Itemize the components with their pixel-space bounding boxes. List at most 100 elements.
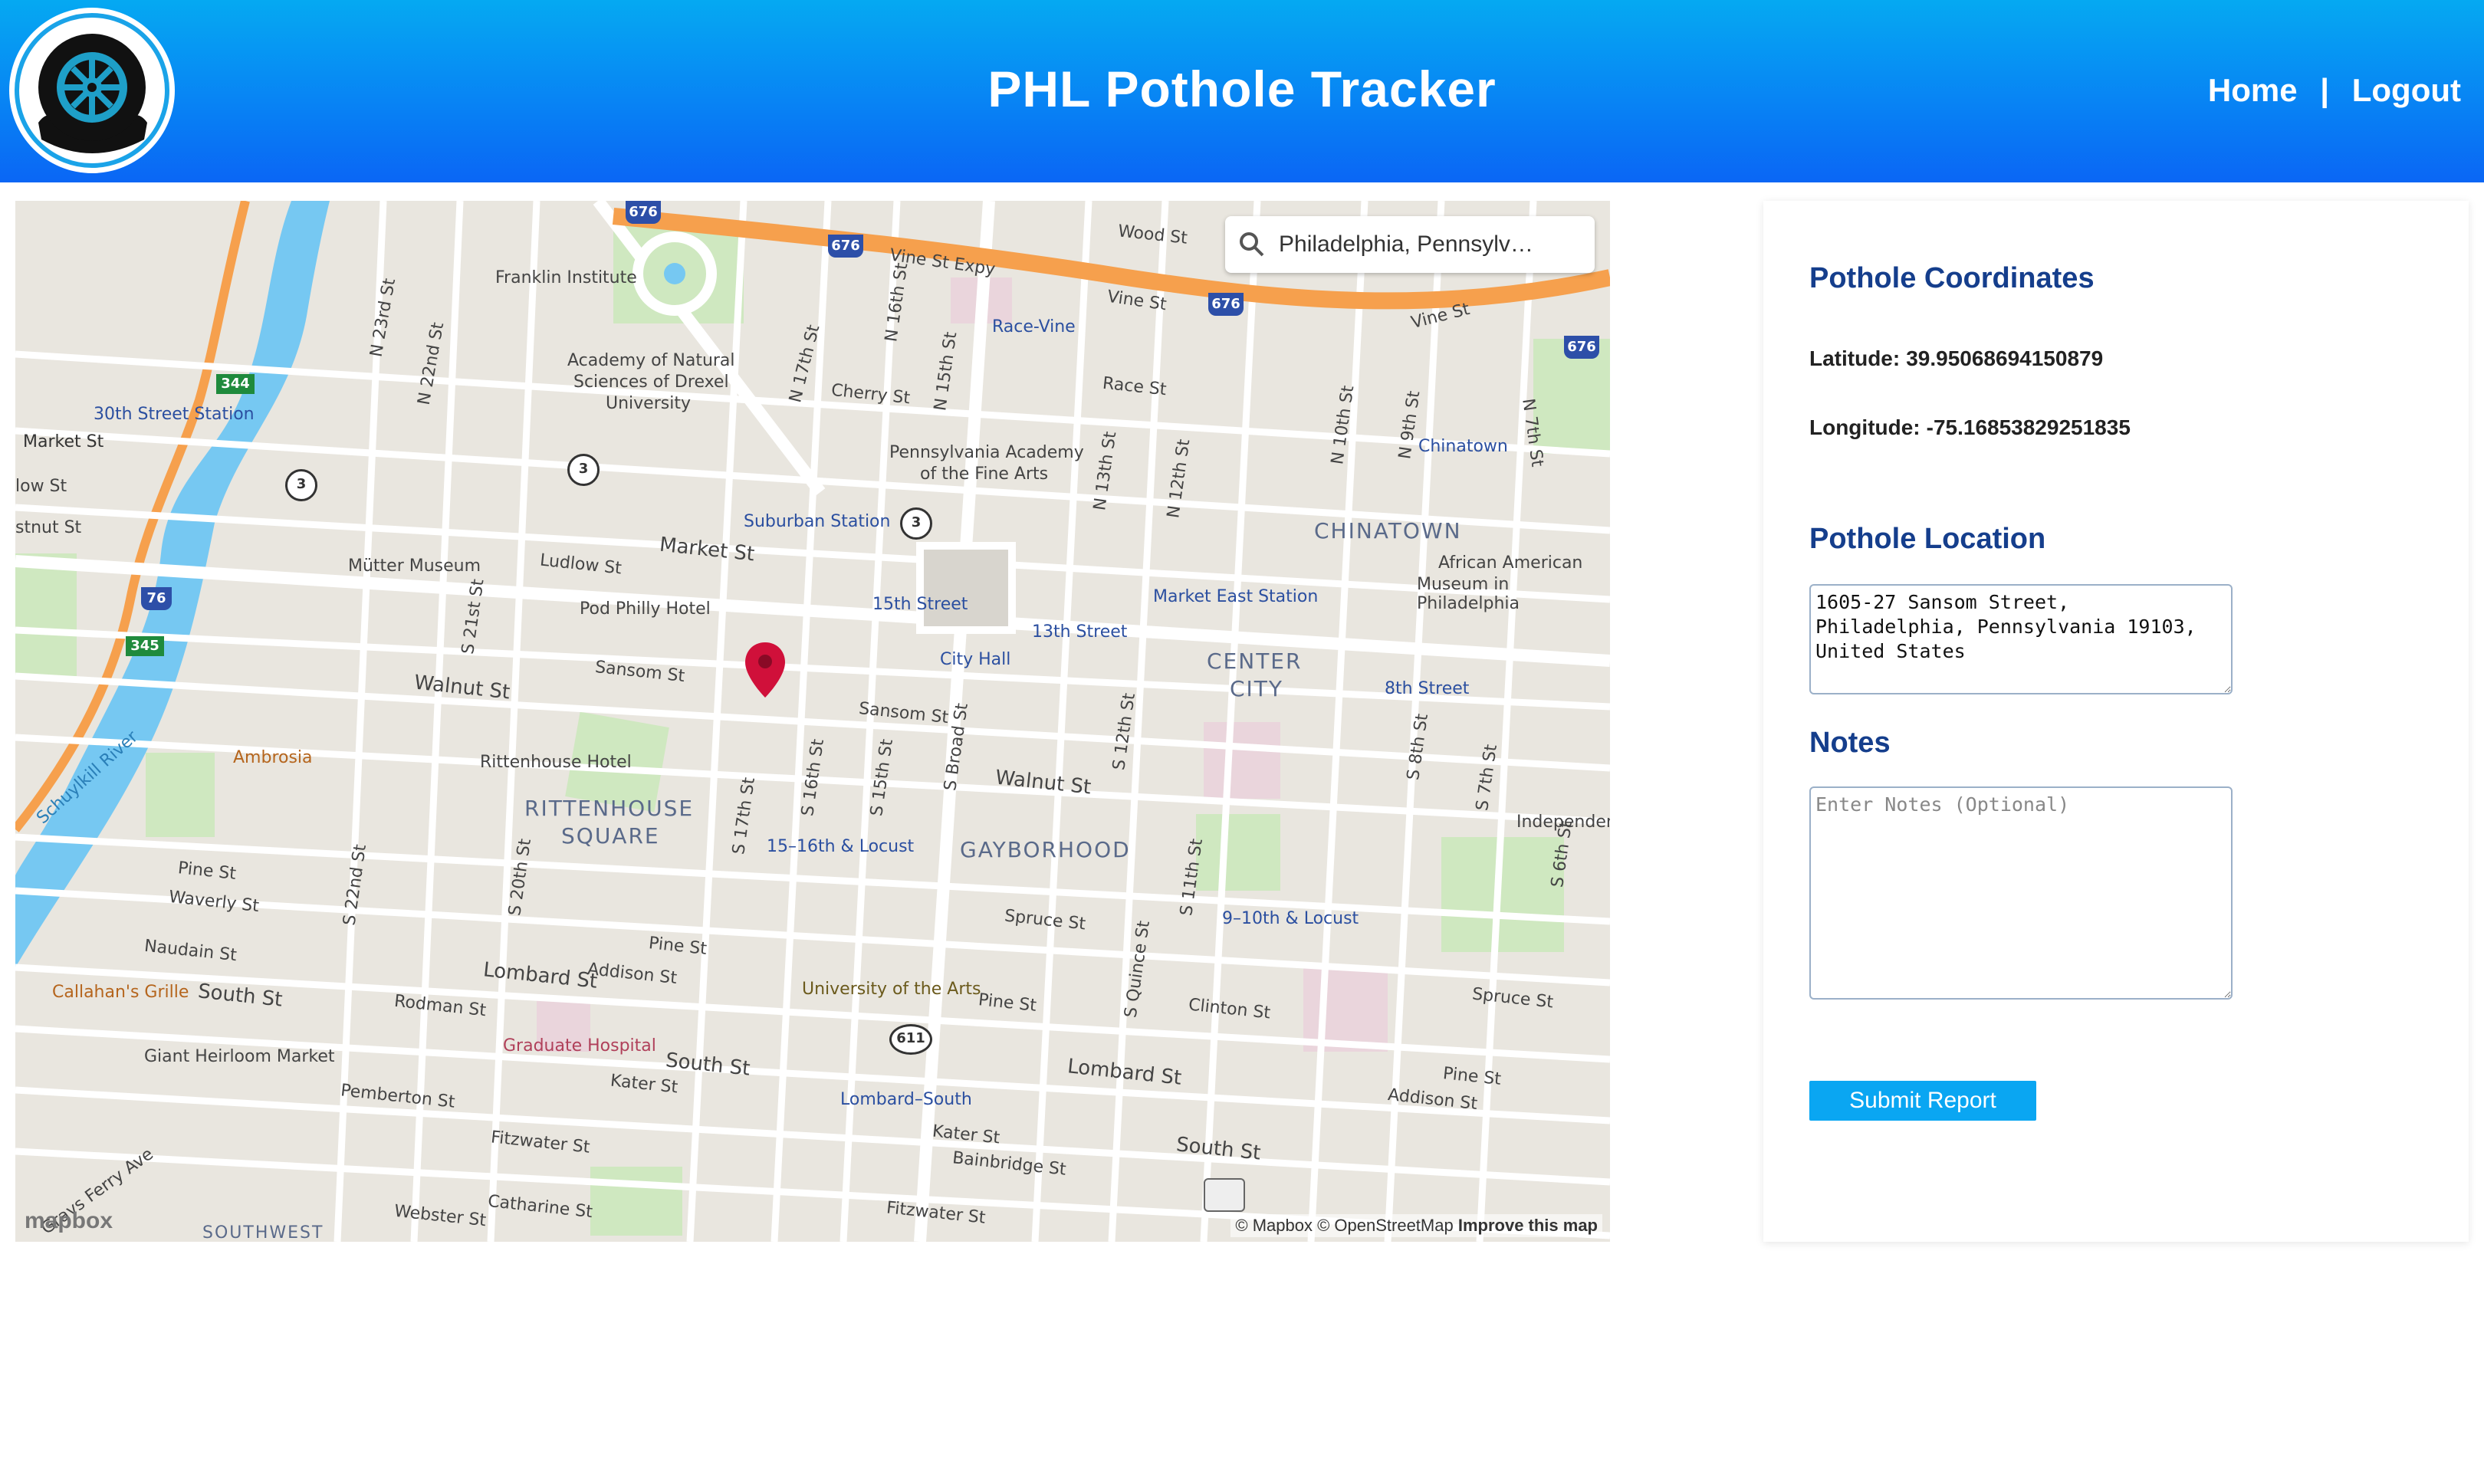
label-s-8th: S 8th St [1404, 712, 1432, 782]
label-ambrosia: Ambrosia [233, 748, 313, 767]
label-n-22nd: N 22nd St [414, 320, 449, 407]
shield-route-3-b: 3 [567, 454, 600, 486]
map-canvas[interactable]: Franklin Institute Academy of Natural Sc… [15, 201, 1610, 1242]
shield-i676-a: 676 [626, 201, 661, 224]
label-30th-street: 30th Street Station [94, 405, 255, 424]
shield-route-3-a: 3 [285, 469, 317, 501]
label-fitzwater-2: Fitzwater St [886, 1198, 987, 1228]
label-market-st: Market St [658, 533, 756, 566]
top-nav: Home | Logout [2208, 72, 2461, 109]
map-labels: Franklin Institute Academy of Natural Sc… [15, 201, 1610, 1242]
label-pine-2: Pine St [647, 934, 708, 959]
label-13th-street: 13th Street [1032, 622, 1128, 642]
label-race-st: Race St [1101, 373, 1168, 400]
label-mutter-museum: Mütter Museum [348, 556, 481, 576]
label-s-22nd: S 22nd St [340, 843, 371, 927]
label-south-st-3: South St [1175, 1133, 1262, 1165]
label-n-13th: N 13th St [1090, 430, 1121, 512]
label-southwest: SOUTHWEST [202, 1223, 324, 1242]
label-webster: Webster St [393, 1201, 488, 1231]
label-s-12th: S 12th St [1109, 691, 1139, 772]
improve-map-link[interactable]: Improve this map [1458, 1216, 1598, 1235]
latitude-value: 39.95068694150879 [1906, 346, 2104, 370]
map-search-text[interactable]: Philadelphia, Pennsylv… [1279, 231, 1570, 258]
shield-345: 345 [126, 636, 164, 656]
map-attribution: © Mapbox © OpenStreetMap Improve this ma… [1230, 1214, 1602, 1237]
label-s-20th: S 20th St [505, 837, 535, 918]
label-spruce-2: Spruce St [1470, 984, 1555, 1013]
label-kater-2: Kater St [931, 1121, 1001, 1148]
label-pafa-1: Pennsylvania Academy [889, 443, 1084, 462]
label-pafa-2: of the Fine Arts [920, 465, 1049, 484]
label-n-10th: N 10th St [1328, 384, 1359, 466]
label-vine-2: Vine St [1409, 299, 1472, 333]
label-city-hall: City Hall [940, 650, 1011, 669]
label-15-16-locust: 15–16th & Locust [767, 837, 915, 856]
label-center: CENTER [1207, 648, 1303, 674]
label-academy-3: University [606, 394, 691, 413]
label-addison-2: Addison St [1387, 1085, 1479, 1115]
logout-link[interactable]: Logout [2352, 72, 2461, 108]
label-lombard-2: Lombard St [1066, 1055, 1183, 1090]
label-s-21st: S 21st St [458, 577, 488, 656]
report-panel: Pothole Coordinates Latitude: 39.95068694… [1763, 201, 2469, 1242]
map-control-button[interactable] [1204, 1178, 1245, 1212]
label-pine-3: Pine St [977, 990, 1038, 1016]
longitude-label: Longitude: [1809, 415, 1921, 439]
shield-i76: 76 [141, 587, 172, 610]
label-vine-1: Vine St [1106, 287, 1168, 315]
label-waverly: Waverly St [168, 887, 261, 917]
label-fitzwater-1: Fitzwater St [490, 1128, 591, 1157]
app-title: PHL Pothole Tracker [987, 61, 1497, 117]
shield-i676-b: 676 [828, 235, 863, 258]
shield-344: 344 [216, 374, 255, 394]
label-giant-heirloom: Giant Heirloom Market [144, 1047, 335, 1066]
label-n-7th: N 7th St [1518, 397, 1547, 468]
latitude-label: Latitude: [1809, 346, 1901, 370]
label-chinatown: CHINATOWN [1314, 518, 1462, 543]
location-textarea[interactable]: 1605-27 Sansom Street, Philadelphia, Pen… [1809, 584, 2233, 694]
shield-i676-d: 676 [1564, 336, 1599, 359]
label-academy-2: Sciences of Drexel [573, 373, 729, 392]
notes-heading: Notes [1809, 727, 1891, 759]
coords-heading: Pothole Coordinates [1809, 262, 2095, 294]
label-market-east: Market East Station [1153, 587, 1319, 606]
label-n-15th: N 15th St [931, 330, 961, 412]
label-spruce-1: Spruce St [1003, 906, 1087, 934]
label-walnut-2: Walnut St [994, 766, 1092, 799]
longitude-row: Longitude: -75.16853829251835 [1809, 415, 2131, 440]
label-callahans: Callahan's Grille [52, 983, 189, 1002]
label-suburban-station: Suburban Station [744, 512, 891, 531]
label-kater-1: Kater St [609, 1071, 679, 1098]
label-uarts: University of the Arts [802, 980, 981, 999]
label-ludlow-st: Ludlow St [538, 550, 623, 579]
label-cherry-st: Cherry St [830, 380, 912, 409]
submit-report-button[interactable]: Submit Report [1809, 1081, 2036, 1121]
label-s-quince: S Quince St [1121, 919, 1155, 1019]
search-icon [1240, 232, 1264, 257]
longitude-value: -75.16853829251835 [1926, 415, 2131, 439]
label-academy-1: Academy of Natural [567, 351, 735, 370]
app-header: PHL Pothole Tracker Home | Logout [0, 0, 2484, 182]
label-schuylkill-river: Schuylkill River [33, 727, 142, 829]
map-search-box[interactable]: Philadelphia, Pennsylv… [1225, 216, 1595, 273]
label-naudain: Naudain St [143, 936, 238, 966]
label-square: SQUARE [561, 823, 660, 849]
home-link[interactable]: Home [2208, 72, 2298, 108]
label-sansom-2: Sansom St [858, 698, 950, 728]
notes-textarea[interactable] [1809, 786, 2233, 1000]
label-sansom-1: Sansom St [594, 657, 686, 687]
label-rodman: Rodman St [393, 991, 488, 1021]
shield-route-611: 611 [889, 1024, 932, 1055]
label-9-10-locust: 9–10th & Locust [1222, 909, 1359, 928]
label-pod-philly: Pod Philly Hotel [580, 599, 711, 619]
label-8th-street: 8th Street [1385, 679, 1470, 698]
label-pine-4: Pine St [1441, 1064, 1503, 1089]
label-low-st: low St [15, 477, 67, 496]
label-15th-street: 15th Street [872, 595, 968, 614]
label-n-23rd: N 23rd St [366, 277, 400, 359]
label-catharine: Catharine St [487, 1191, 594, 1223]
location-pin-icon[interactable] [744, 641, 787, 699]
label-clinton: Clinton St [1187, 995, 1272, 1023]
label-aam-2: Museum in Philadelphia [1417, 575, 1520, 613]
